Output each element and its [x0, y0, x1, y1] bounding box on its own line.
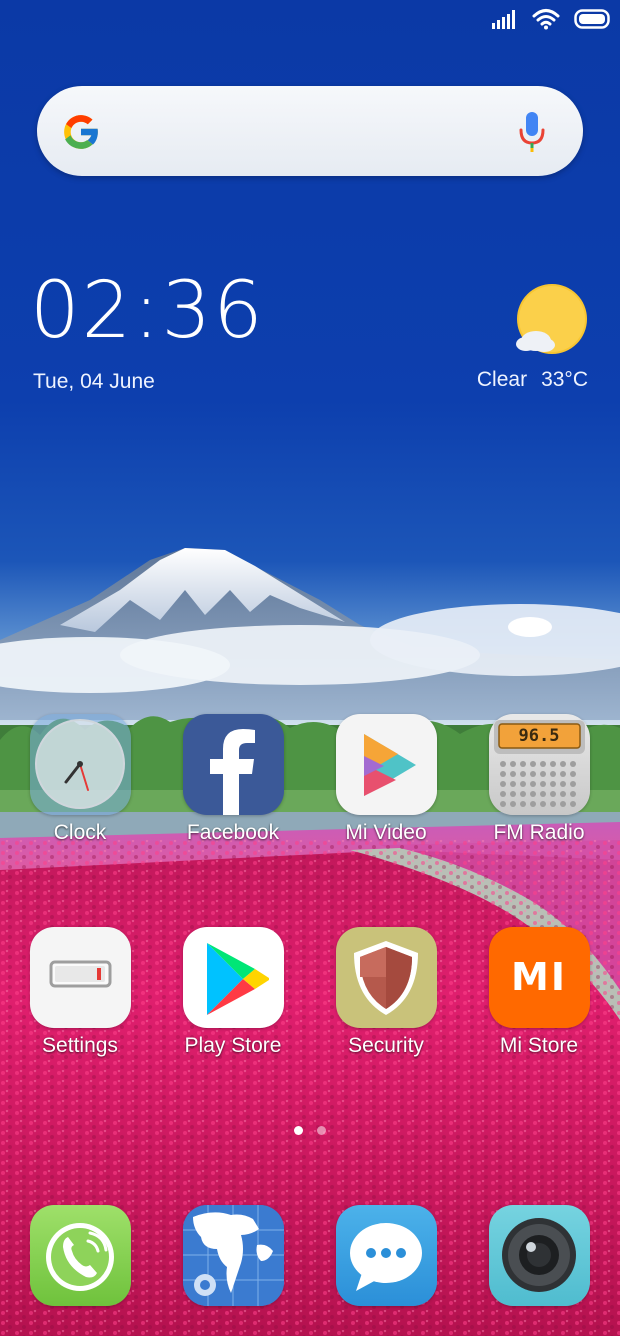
app-mi-store[interactable]: MI Mi Store	[469, 927, 609, 1058]
page-indicator[interactable]	[0, 1126, 620, 1135]
mi-logo-text: MI	[511, 955, 567, 999]
sun-cloud-icon[interactable]	[514, 283, 590, 363]
google-g-icon	[59, 110, 103, 158]
dock-browser-icon[interactable]	[183, 1205, 284, 1306]
clock-icon	[29, 714, 131, 815]
dock-messaging-icon[interactable]	[336, 1205, 437, 1306]
cellular-signal-icon	[492, 9, 518, 33]
app-label: Play Store	[184, 1034, 282, 1057]
mi-store-icon: MI	[488, 927, 590, 1028]
dock-camera-icon[interactable]	[489, 1205, 590, 1306]
weather-temperature: 33°C	[541, 368, 588, 391]
clock-widget-time[interactable]: 02:36	[30, 272, 265, 350]
security-shield-icon	[335, 927, 437, 1028]
microphone-icon[interactable]	[517, 110, 547, 158]
status-bar	[492, 8, 612, 34]
app-play-store[interactable]: Play Store	[163, 927, 303, 1058]
play-store-icon	[182, 927, 284, 1028]
page-dot-active	[294, 1126, 303, 1135]
camera-icon	[502, 1218, 576, 1292]
app-label: Facebook	[186, 821, 280, 844]
app-label: Mi Video	[345, 821, 427, 844]
page-dot	[317, 1126, 326, 1135]
messaging-icon	[350, 1223, 422, 1291]
app-facebook[interactable]: Facebook	[163, 714, 303, 845]
app-label: FM Radio	[493, 821, 585, 844]
dock-phone-icon[interactable]	[30, 1205, 131, 1306]
wallpaper	[0, 0, 620, 1336]
battery-icon	[574, 9, 612, 33]
browser-globe-icon	[183, 1205, 284, 1306]
app-fm-radio[interactable]: 96.5 FM Radio	[469, 714, 609, 845]
app-label: Settings	[42, 1034, 118, 1057]
radio-frequency-display: 96.5	[518, 726, 560, 746]
app-settings[interactable]: Settings	[10, 927, 150, 1058]
phone-icon	[46, 1223, 114, 1291]
weather-condition: Clear	[476, 368, 528, 391]
app-security[interactable]: Security	[316, 927, 456, 1058]
app-label: Security	[348, 1034, 424, 1057]
wifi-icon	[532, 8, 560, 34]
wallpaper-landscape	[0, 548, 620, 1336]
settings-icon	[29, 927, 131, 1028]
weather-widget-text[interactable]: Clear 33°C	[477, 368, 588, 392]
app-clock[interactable]: Clock	[10, 714, 150, 845]
app-label: Clock	[53, 821, 107, 844]
app-mi-video[interactable]: Mi Video	[316, 714, 456, 845]
app-label: Mi Store	[499, 1034, 579, 1057]
facebook-icon	[182, 714, 284, 815]
clock-widget-date[interactable]: Tue, 04 June	[33, 370, 155, 394]
mi-video-icon	[335, 714, 437, 815]
fm-radio-icon: 96.5	[488, 714, 590, 815]
google-search-bar[interactable]	[37, 86, 583, 176]
